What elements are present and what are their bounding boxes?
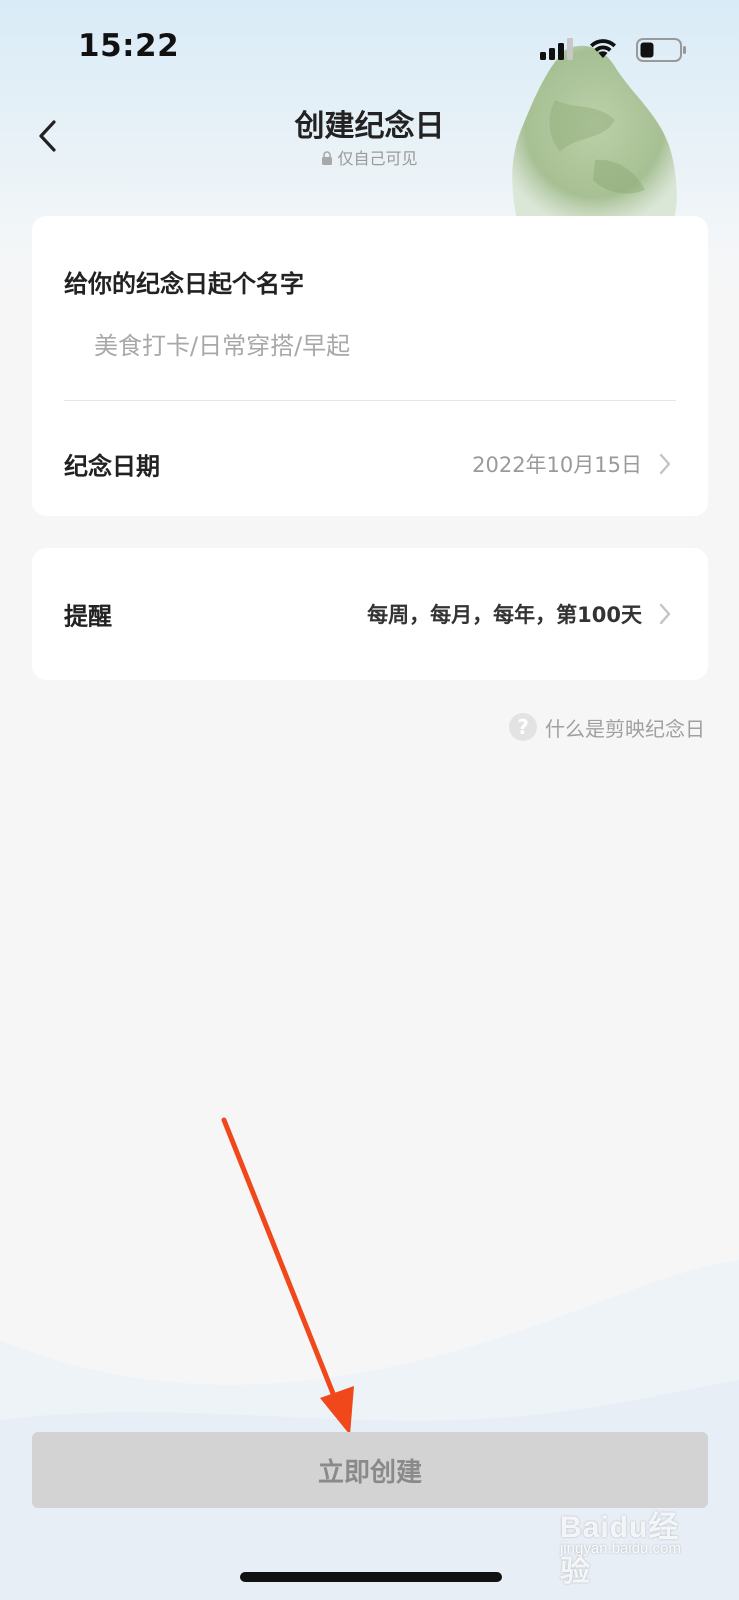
cellular-signal-icon	[540, 38, 573, 60]
chevron-right-icon	[659, 453, 671, 475]
page-title: 创建纪念日	[294, 109, 445, 144]
anniversary-info-card: 给你的纪念日起个名字 纪念日期 2022年10月15日	[32, 216, 708, 516]
visibility-note-text: 仅自己可见	[337, 149, 418, 168]
help-link[interactable]: ? 什么是剪映纪念日	[509, 711, 705, 743]
status-bar: 15:22	[0, 0, 739, 100]
divider	[64, 400, 676, 401]
wifi-icon	[590, 39, 616, 58]
visibility-note: 仅自己可见	[0, 145, 739, 169]
chevron-right-icon	[659, 603, 671, 625]
date-label: 纪念日期	[64, 452, 160, 481]
baidu-jingyan-watermark: Baidu经验 jingyan.baidu.com	[560, 1502, 710, 1588]
battery-icon	[636, 38, 686, 62]
anniversary-name-input[interactable]	[94, 326, 654, 366]
home-indicator	[240, 1572, 502, 1582]
date-row[interactable]: 纪念日期 2022年10月15日	[32, 412, 708, 516]
reminder-value: 每周，每月，每年，第100天	[367, 603, 642, 627]
reminder-card: 提醒 每周，每月，每年，第100天	[32, 548, 708, 680]
create-now-button[interactable]: 立即创建	[32, 1432, 708, 1508]
reminder-label: 提醒	[64, 602, 112, 631]
lock-icon	[322, 151, 333, 165]
watermark-site: jingyan.baidu.com	[560, 1540, 681, 1557]
annotation-arrow	[221, 1117, 354, 1435]
question-mark-icon: ?	[509, 713, 537, 741]
help-link-label: 什么是剪映纪念日	[545, 716, 705, 741]
name-label: 给你的纪念日起个名字	[64, 270, 304, 298]
reminder-row[interactable]: 提醒 每周，每月，每年，第100天	[32, 548, 708, 680]
date-value: 2022年10月15日	[472, 453, 642, 477]
status-time: 15:22	[78, 28, 180, 64]
